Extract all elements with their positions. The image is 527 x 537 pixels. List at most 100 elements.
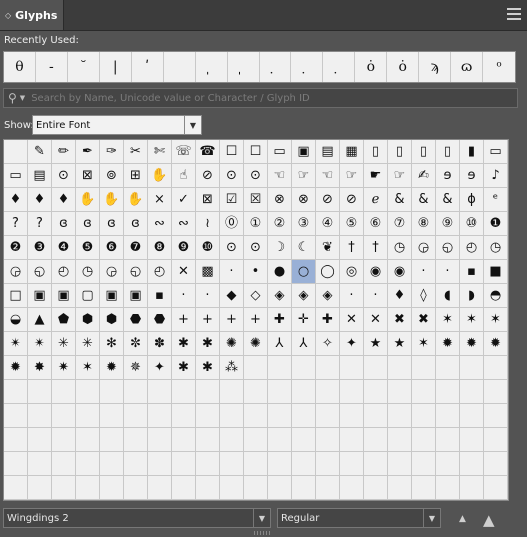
glyph-cell[interactable] [316,428,340,452]
glyph-cell[interactable] [76,452,100,476]
glyph-cell[interactable]: ☏ [172,140,196,164]
glyph-cell[interactable]: ▣ [100,284,124,308]
glyph-cell[interactable] [196,476,220,500]
glyph-search[interactable]: ⚲ ▼ [3,88,518,108]
glyph-cell[interactable]: ▩ [196,260,220,284]
glyph-cell[interactable] [292,356,316,380]
glyph-cell[interactable]: ɞ [124,212,148,236]
glyph-cell[interactable]: ✳ [52,332,76,356]
recent-glyph-cell[interactable]: ̣ [260,52,292,82]
glyph-cell[interactable]: ✒ [76,140,100,164]
glyph-cell[interactable] [124,380,148,404]
glyph-cell[interactable]: ❷ [4,236,28,260]
glyph-cell[interactable]: ☒ [244,188,268,212]
glyph-cell[interactable]: ⁂ [220,356,244,380]
collapse-icon[interactable]: ◇ [5,11,11,20]
glyph-cell[interactable]: ⊘ [316,188,340,212]
glyph-cell[interactable] [460,356,484,380]
glyph-cell[interactable]: ◎ [340,260,364,284]
glyph-cell[interactable] [484,356,508,380]
glyph-cell[interactable]: ⊙ [244,236,268,260]
glyph-cell[interactable]: ✳ [76,332,100,356]
glyph-cell[interactable] [268,356,292,380]
glyph-cell[interactable] [148,428,172,452]
glyph-cell[interactable]: ❻ [100,236,124,260]
glyph-cell[interactable]: ◗ [460,284,484,308]
glyph-cell[interactable]: ⅄ [292,332,316,356]
glyph-cell[interactable]: + [244,308,268,332]
glyph-cell[interactable]: ◵ [436,236,460,260]
glyph-cell[interactable] [436,380,460,404]
glyph-cell[interactable]: † [340,236,364,260]
glyph-cell[interactable]: ✺ [244,332,268,356]
glyph-cell[interactable] [244,404,268,428]
recent-glyph-cell[interactable]: ʹ [132,52,164,82]
glyph-cell[interactable] [148,476,172,500]
glyph-cell[interactable] [316,356,340,380]
glyph-cell[interactable]: ✚ [268,308,292,332]
glyph-cell[interactable]: ☜ [268,164,292,188]
glyph-cell[interactable] [436,476,460,500]
glyph-cell[interactable] [244,380,268,404]
glyph-cell[interactable]: ɞ [76,212,100,236]
glyph-cell[interactable] [124,476,148,500]
glyph-cell[interactable] [244,452,268,476]
glyph-cell[interactable]: ◶ [4,260,28,284]
glyph-cell[interactable]: ✱ [172,356,196,380]
glyph-cell[interactable] [172,428,196,452]
glyph-cell[interactable]: ✖ [412,308,436,332]
glyph-cell[interactable]: ◶ [100,260,124,284]
glyph-cell[interactable]: · [196,284,220,308]
recent-glyph-cell[interactable]: ɷ [451,52,484,82]
glyph-cell[interactable]: · [172,284,196,308]
glyph-cell[interactable]: ✋ [124,188,148,212]
glyph-cell[interactable] [340,404,364,428]
glyph-cell[interactable] [316,404,340,428]
glyph-cell[interactable] [412,428,436,452]
glyph-cell[interactable]: ❸ [28,236,52,260]
glyph-cell[interactable]: ⬟ [52,308,76,332]
glyph-cell[interactable]: ? [28,212,52,236]
glyph-cell[interactable]: ✹ [460,332,484,356]
glyph-cell[interactable]: ɘ [436,164,460,188]
glyph-cell[interactable]: ✏ [52,140,76,164]
glyph-cell[interactable]: ✶ [436,308,460,332]
recent-glyph-cell[interactable] [164,52,196,82]
glyph-cell[interactable] [172,380,196,404]
glyph-cell[interactable]: · [364,284,388,308]
glyph-cell[interactable] [4,140,28,164]
glyph-cell[interactable] [364,404,388,428]
glyph-cell[interactable] [364,476,388,500]
recent-glyph-cell[interactable]: ᵒ [483,52,515,82]
glyph-cell[interactable]: ◈ [292,284,316,308]
glyph-cell[interactable]: ✵ [124,356,148,380]
glyph-cell[interactable]: ✕ [364,308,388,332]
glyph-cell[interactable]: ☛ [364,164,388,188]
glyph-cell[interactable]: ✱ [196,356,220,380]
glyph-cell[interactable]: ɞ [100,212,124,236]
glyph-cell[interactable]: ℯ [364,188,388,212]
glyph-cell[interactable]: ✎ [28,140,52,164]
glyph-cell[interactable] [52,428,76,452]
zoom-out-icon[interactable]: ▲ [459,514,466,524]
glyph-cell[interactable]: ▯ [364,140,388,164]
glyph-cell[interactable]: ⊙ [220,236,244,260]
glyph-cell[interactable]: ✶ [412,332,436,356]
glyph-cell[interactable]: ● [268,260,292,284]
glyph-cell[interactable] [124,428,148,452]
glyph-cell[interactable]: ⊠ [196,188,220,212]
glyph-cell[interactable]: ❾ [172,236,196,260]
glyph-cell[interactable]: ✋ [148,164,172,188]
recent-glyph-cell[interactable]: | [100,52,132,82]
glyph-cell[interactable] [412,476,436,500]
glyph-cell[interactable] [460,380,484,404]
glyph-cell[interactable]: ▣ [52,284,76,308]
glyph-cell[interactable] [4,404,28,428]
glyph-cell[interactable] [340,476,364,500]
glyph-cell[interactable] [388,428,412,452]
glyph-cell[interactable] [244,428,268,452]
glyph-cell[interactable]: & [412,188,436,212]
glyph-cell[interactable]: + [196,308,220,332]
glyph-cell[interactable]: ▤ [28,164,52,188]
glyph-cell[interactable]: ④ [316,212,340,236]
